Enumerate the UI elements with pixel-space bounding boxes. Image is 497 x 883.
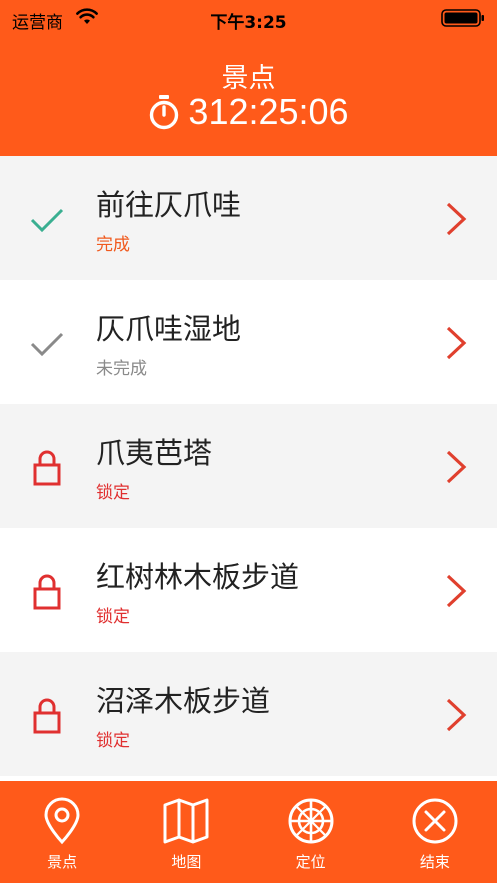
tab-label: 结束 (419, 853, 450, 871)
spot-name: 红树林木板步道 (96, 560, 300, 594)
list-item[interactable]: 爪夷芭塔 锁定 (0, 404, 497, 528)
spot-name: 前往仄爪哇 (96, 188, 242, 222)
stopwatch-icon (150, 95, 179, 130)
elapsed-timer: 312:25:06 (0, 90, 497, 134)
timer-value: 312:25:06 (188, 91, 349, 132)
tab-label: 景点 (47, 853, 78, 871)
map-pin-icon (44, 797, 80, 845)
spot-status: 锁定 (96, 731, 130, 751)
spot-name: 沼泽木板步道 (96, 684, 271, 718)
status-time: 下午3:25 (210, 13, 287, 33)
lock-icon (33, 698, 61, 734)
list-item[interactable]: 红树林木板步道 锁定 (0, 528, 497, 652)
check-icon (30, 332, 64, 357)
locate-target-icon (288, 798, 334, 844)
close-circle-icon (412, 798, 458, 844)
tab-spots[interactable]: 景点 (0, 781, 124, 883)
header: 景点 312:25:06 (0, 36, 497, 156)
spot-name: 仄爪哇湿地 (96, 312, 242, 346)
lock-icon (33, 450, 61, 486)
lock-icon (33, 574, 61, 610)
tab-bar: 景点 地图 定位 结束 (0, 781, 497, 883)
chevron-right-icon[interactable] (440, 448, 470, 486)
list-item[interactable]: 沼泽木板步道 锁定 (0, 652, 497, 776)
chevron-right-icon[interactable] (440, 324, 470, 362)
tab-locate[interactable]: 定位 (249, 781, 373, 883)
chevron-right-icon[interactable] (440, 696, 470, 734)
spot-status: 未完成 (96, 359, 147, 379)
chevron-right-icon[interactable] (440, 572, 470, 610)
status-bar: 运营商 下午3:25 (0, 0, 497, 36)
tab-label: 定位 (295, 853, 326, 871)
spot-status: 锁定 (96, 483, 130, 503)
spot-name: 爪夷芭塔 (96, 436, 213, 470)
list-item[interactable]: 前往仄爪哇 完成 (0, 156, 497, 280)
tab-map[interactable]: 地图 (124, 781, 248, 883)
battery-icon (441, 9, 484, 27)
check-icon (30, 208, 64, 233)
folded-map-icon (163, 798, 209, 844)
chevron-right-icon[interactable] (440, 200, 470, 238)
tab-label: 地图 (171, 853, 202, 871)
tab-end[interactable]: 结束 (373, 781, 497, 883)
spot-list: 前往仄爪哇 完成 仄爪哇湿地 未完成 爪夷芭塔 锁定 红树林木板步道 锁定 沼泽… (0, 156, 497, 776)
spot-status: 完成 (96, 235, 130, 255)
spot-status: 锁定 (96, 607, 130, 627)
list-item[interactable]: 仄爪哇湿地 未完成 (0, 280, 497, 404)
